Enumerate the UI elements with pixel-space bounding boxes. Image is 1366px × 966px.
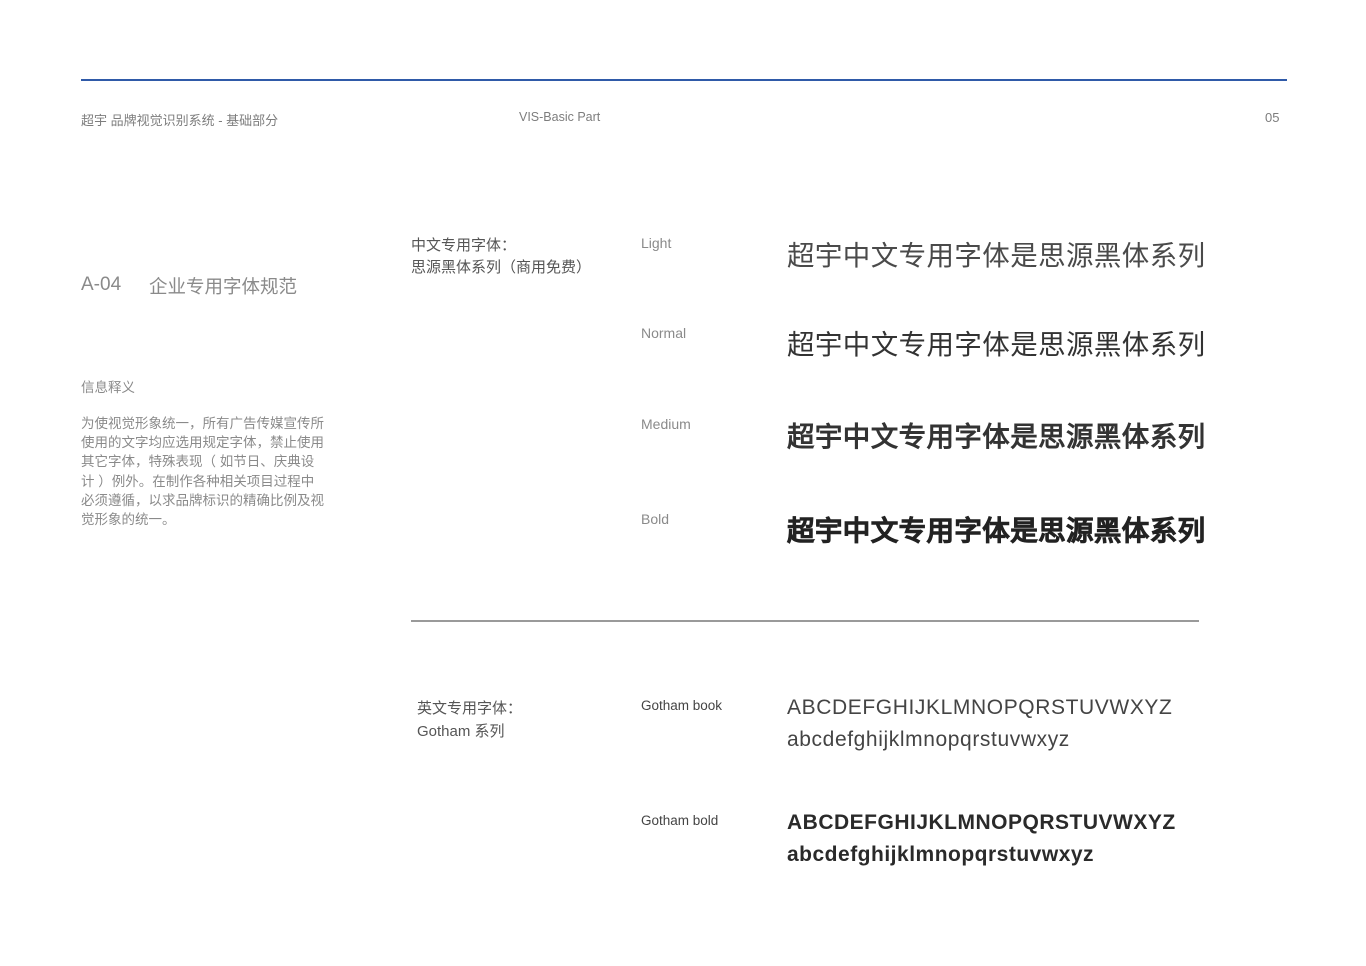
chinese-font-label-line2: 思源黑体系列（商用免费） — [411, 259, 592, 276]
section-divider — [411, 620, 1199, 622]
sample-gotham-book-lower: abcdefghijklmnopqrstuvwxyz — [787, 728, 1070, 751]
sample-medium: 超宇中文专用字体是思源黑体系列 — [787, 421, 1206, 452]
sample-gotham-bold-lower: abcdefghijklmnopqrstuvwxyz — [787, 843, 1095, 866]
header-title: 超宇 品牌视觉识别系统 - 基础部分 — [81, 113, 279, 128]
english-font-label: 英文专用字体： Gotham 系列 — [417, 697, 522, 743]
weight-name-medium: Medium — [641, 416, 691, 432]
font-name-gotham-book: Gotham book — [641, 698, 723, 713]
weight-name-normal: Normal — [641, 325, 687, 341]
sample-gotham-book: ABCDEFGHIJKLMNOPQRSTUVWXYZ abcdefghijklm… — [787, 692, 1172, 756]
page-number: 05 — [1265, 110, 1280, 125]
chinese-font-label-line1: 中文专用字体： — [411, 237, 517, 254]
info-body: 为使视觉形象统一，所有广告传媒宣传所使用的文字均应选用规定字体，禁止使用其它字体… — [81, 416, 324, 528]
weight-name-bold: Bold — [641, 511, 670, 527]
weight-name-light: Light — [641, 235, 672, 251]
english-font-label-line1: 英文专用字体： — [417, 700, 523, 717]
sample-light: 超宇中文专用字体是思源黑体系列 — [787, 240, 1206, 271]
sample-normal: 超宇中文专用字体是思源黑体系列 — [787, 329, 1206, 360]
font-name-gotham-bold: Gotham bold — [641, 813, 719, 828]
sample-gotham-bold-upper: ABCDEFGHIJKLMNOPQRSTUVWXYZ — [787, 811, 1176, 834]
sample-bold: 超宇中文专用字体是思源黑体系列 — [787, 515, 1206, 547]
english-font-label-line2: Gotham 系列 — [417, 723, 505, 740]
section-code: A-04 — [81, 274, 122, 295]
section-title: 企业专用字体规范 — [149, 276, 298, 297]
header-subtitle: VIS-Basic Part — [519, 110, 601, 124]
header-rule — [81, 79, 1287, 81]
sample-gotham-bold: ABCDEFGHIJKLMNOPQRSTUVWXYZ abcdefghijklm… — [787, 807, 1176, 871]
sample-gotham-book-upper: ABCDEFGHIJKLMNOPQRSTUVWXYZ — [787, 696, 1173, 719]
info-heading: 信息释义 — [81, 380, 135, 395]
chinese-font-label: 中文专用字体： 思源黑体系列（商用免费） — [411, 235, 591, 279]
